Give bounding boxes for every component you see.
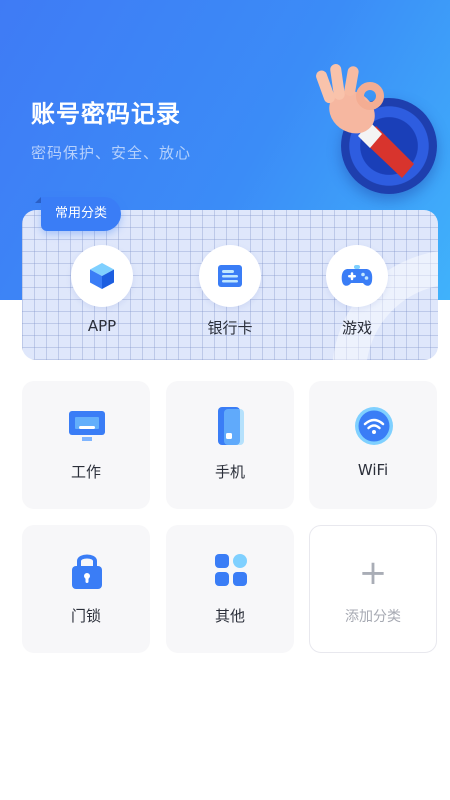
- category-label: 其他: [214, 607, 245, 625]
- wifi-icon: [355, 407, 393, 445]
- common-item-icon-wrap: [326, 245, 388, 307]
- category-label: 工作: [70, 463, 101, 481]
- common-item-label: 银行卡: [207, 319, 253, 337]
- phone-icon: [218, 407, 244, 445]
- category-label: 门锁: [70, 607, 101, 625]
- category-label: 手机: [214, 463, 245, 481]
- gamepad-icon: [341, 265, 373, 286]
- plus-icon: +: [358, 553, 388, 593]
- page-subtitle: 密码保护、安全、放心: [31, 144, 192, 162]
- add-category-button[interactable]: + 添加分类: [309, 525, 437, 653]
- ok-hand-icon: [316, 64, 414, 178]
- cube-icon: [90, 263, 114, 289]
- category-tile-wifi[interactable]: WiFi: [309, 381, 437, 509]
- monitor-icon: [69, 411, 105, 441]
- common-item-icon-wrap: [71, 245, 133, 307]
- grid-icon: [215, 554, 247, 586]
- category-tile-door-lock[interactable]: 门锁: [22, 525, 150, 653]
- common-item-label: APP: [87, 317, 117, 335]
- common-item-game[interactable]: 游戏: [317, 245, 397, 338]
- bank-card-icon: [218, 265, 242, 287]
- common-item-icon-wrap: [199, 245, 261, 307]
- category-tile-work[interactable]: 工作: [22, 381, 150, 509]
- category-tile-phone[interactable]: 手机: [166, 381, 294, 509]
- lock-icon: [72, 554, 102, 589]
- category-label: WiFi: [357, 461, 389, 479]
- add-category-label: 添加分类: [345, 609, 401, 625]
- category-tile-other[interactable]: 其他: [166, 525, 294, 653]
- common-item-label: 游戏: [341, 319, 372, 337]
- common-item-app[interactable]: APP: [62, 245, 142, 335]
- page-title: 账号密码记录: [31, 100, 181, 128]
- common-item-bank-card[interactable]: 银行卡: [190, 245, 270, 338]
- common-categories-tag: 常用分类: [34, 197, 122, 231]
